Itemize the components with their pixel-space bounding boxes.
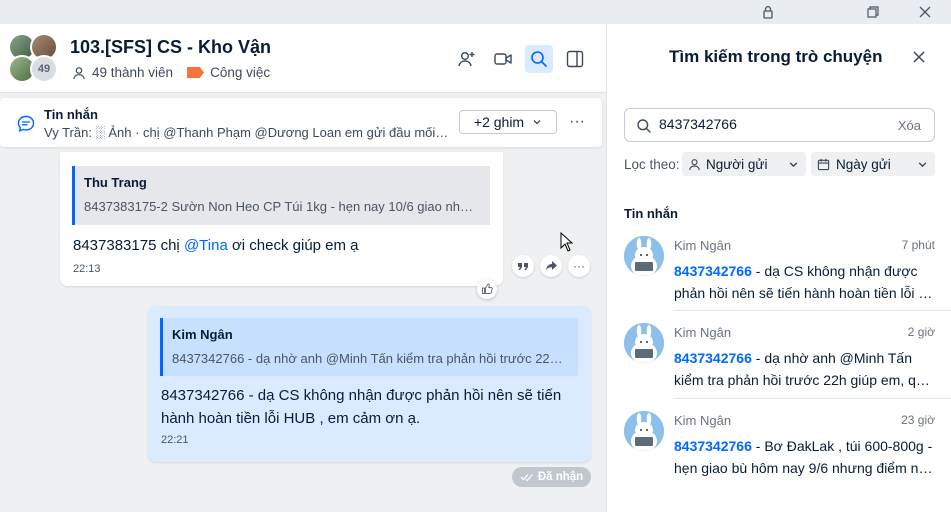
close-icon[interactable] [900, 0, 950, 24]
search-field[interactable]: Xóa [624, 108, 935, 142]
avatar-count: 49 [30, 55, 58, 83]
search-result[interactable]: Kim Ngân 7 phút 8437342766 - dạ CS không… [608, 223, 951, 311]
search-icon[interactable] [525, 45, 553, 73]
more-icon[interactable]: ··· [568, 255, 590, 277]
result-time: 2 giờ [907, 325, 935, 339]
status-badge: Đã nhận [512, 467, 591, 487]
pin-message-icon [16, 114, 36, 134]
result-snippet: 8437342766 - dạ nhờ anh @Minh Tấn kiểm t… [674, 350, 936, 388]
window-titlebar [0, 0, 951, 24]
chevron-down-icon [532, 117, 542, 127]
person-icon [72, 66, 86, 80]
chat-area: 49 103.[SFS] CS - Kho Vận 49 thành viên … [0, 24, 607, 512]
filter-label: Lọc theo: [624, 157, 680, 172]
add-member-icon[interactable] [453, 45, 481, 73]
tag-icon [187, 67, 205, 78]
panel-title: Tìm kiếm trong trò chuyện [669, 47, 883, 66]
avatar [624, 323, 664, 363]
message-text: 8437342766 - dạ CS không nhận được phản … [161, 387, 562, 427]
message-bubble[interactable]: Kim Ngân 8437342766 - dạ nhờ anh @Minh T… [148, 306, 591, 462]
mention-link[interactable]: @Tina [184, 237, 228, 254]
search-result[interactable]: Kim Ngân 2 giờ 8437342766 - dạ nhờ anh @… [608, 310, 951, 398]
pinned-preview: Vy Trần: ░ Ảnh · chị @Thanh Phạm @Dương … [44, 125, 449, 140]
quote-sender: Thu Trang [84, 175, 147, 190]
avatar [624, 236, 664, 276]
person-icon [688, 158, 701, 171]
avatar [624, 411, 664, 451]
result-sender: Kim Ngân [674, 325, 732, 340]
restore-icon[interactable] [848, 0, 898, 24]
group-name[interactable]: 103.[SFS] CS - Kho Vận [70, 37, 271, 58]
group-meta: 49 thành viên Công việc [72, 65, 270, 80]
lock-icon[interactable] [743, 0, 793, 24]
result-sender: Kim Ngân [674, 413, 732, 428]
more-icon[interactable]: ··· [566, 110, 588, 134]
result-time: 7 phút [901, 238, 935, 252]
clear-search-button[interactable]: Xóa [898, 118, 921, 133]
message-text: 8437383175 chị @Tina ơi check giúp em ạ [73, 237, 359, 254]
search-icon [636, 118, 652, 134]
message-bubble[interactable]: Thu Trang 8437383175-2 Sườn Non Heo CP T… [60, 152, 503, 286]
video-call-icon[interactable] [489, 45, 517, 73]
double-check-icon [520, 472, 534, 482]
forward-icon[interactable] [540, 255, 562, 277]
calendar-icon [817, 158, 830, 171]
quote-sender: Kim Ngân [172, 327, 233, 342]
like-icon[interactable] [477, 279, 497, 299]
result-sender: Kim Ngân [674, 238, 732, 253]
search-input[interactable] [659, 116, 879, 132]
member-count[interactable]: 49 thành viên [92, 65, 173, 80]
result-snippet: 8437342766 - dạ CS không nhận được phản … [674, 263, 936, 301]
results-section-label: Tin nhắn [624, 206, 678, 221]
chat-tag[interactable]: Công việc [210, 65, 270, 80]
result-time: 23 giờ [901, 413, 935, 427]
pinned-title: Tin nhắn [44, 107, 98, 122]
filter-date-dropdown[interactable]: Ngày gửi [811, 152, 935, 176]
quoted-message[interactable]: Thu Trang 8437383175-2 Sườn Non Heo CP T… [72, 166, 490, 225]
search-result[interactable]: Kim Ngân 23 giờ 8437342766 - Bơ ĐakLak ,… [608, 398, 951, 486]
message-time: 22:13 [73, 263, 101, 275]
pins-button[interactable]: +2 ghim [459, 110, 557, 134]
quote-text: 8437342766 - dạ nhờ anh @Minh Tấn kiểm t… [172, 351, 568, 366]
filter-sender-dropdown[interactable]: Người gửi [682, 152, 806, 176]
search-panel: Tìm kiếm trong trò chuyện Xóa Lọc theo: … [608, 24, 951, 512]
chevron-down-icon [788, 159, 799, 170]
close-panel-icon[interactable] [908, 46, 930, 68]
pinned-message-bar[interactable]: Tin nhắn Vy Trần: ░ Ảnh · chị @Thanh Phạ… [0, 98, 602, 147]
toggle-panel-icon[interactable] [561, 45, 589, 73]
quoted-message[interactable]: Kim Ngân 8437342766 - dạ nhờ anh @Minh T… [160, 318, 578, 376]
quote-icon[interactable] [512, 255, 534, 277]
pins-button-label: +2 ghim [473, 114, 525, 130]
mouse-cursor [560, 231, 574, 257]
message-time: 22:21 [161, 434, 189, 446]
result-snippet: 8437342766 - Bơ ĐakLak , túi 600-800g - … [674, 438, 936, 476]
quote-text: 8437383175-2 Sườn Non Heo CP Túi 1kg - h… [84, 199, 480, 214]
group-avatar[interactable]: 49 [8, 33, 60, 83]
chat-header: 49 103.[SFS] CS - Kho Vận 49 thành viên … [0, 24, 606, 93]
chevron-down-icon [917, 159, 928, 170]
